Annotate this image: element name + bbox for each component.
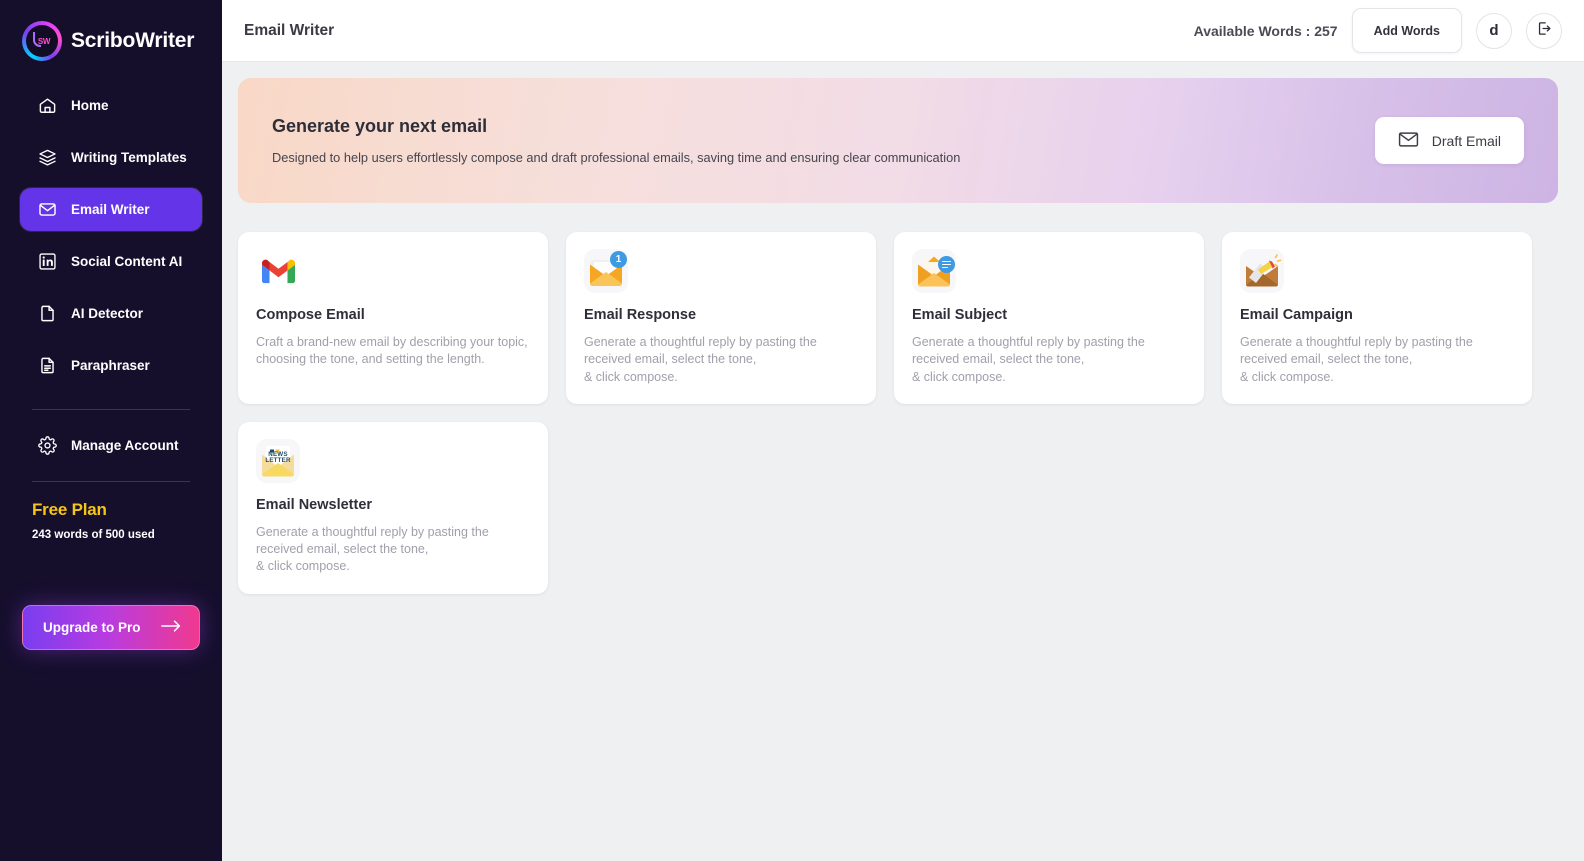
- template-card-grid: Compose Email Craft a brand-new email by…: [238, 232, 1558, 594]
- hero-banner: Generate your next email Designed to hel…: [238, 78, 1558, 203]
- gmail-icon: [256, 249, 300, 293]
- sidebar-item-label: Home: [71, 98, 109, 113]
- draft-email-label: Draft Email: [1431, 132, 1501, 149]
- sidebar-divider-top: [32, 409, 190, 410]
- sidebar-item-ai-detector[interactable]: AI Detector: [20, 292, 202, 335]
- arrow-right-icon: [161, 619, 182, 636]
- content-area: Generate your next email Designed to hel…: [222, 62, 1584, 861]
- card-title: Compose Email: [256, 307, 365, 323]
- topbar: Email Writer Available Words : 257 Add W…: [222, 0, 1584, 62]
- banner-subtitle: Designed to help users effortlessly comp…: [272, 150, 961, 165]
- linkedin-icon: [37, 252, 57, 272]
- main-area: Email Writer Available Words : 257 Add W…: [222, 0, 1584, 861]
- sidebar-item-social-content-ai[interactable]: Social Content AI: [20, 240, 202, 283]
- add-words-button[interactable]: Add Words: [1351, 8, 1462, 53]
- envelope-newsletter-icon: NEWS LETTER: [256, 438, 300, 483]
- sidebar-nav: Home Writing Templates Email Writer Soci…: [0, 80, 222, 391]
- card-title: Email Response: [584, 307, 697, 323]
- document-icon: [37, 304, 57, 324]
- logout-icon: [1536, 20, 1553, 42]
- envelope-badge-1-icon: 1: [584, 249, 628, 293]
- plan-section: Free Plan 243 words of 500 used: [0, 496, 222, 541]
- banner-text-block: Generate your next email Designed to hel…: [272, 116, 960, 165]
- card-description: Generate a thoughtful reply by pasting t…: [1240, 335, 1473, 384]
- sidebar-divider-bottom: [32, 481, 190, 482]
- card-compose-email[interactable]: Compose Email Craft a brand-new email by…: [238, 232, 548, 404]
- logout-button[interactable]: [1526, 12, 1562, 49]
- brand-name: ScriboWriter: [71, 29, 195, 52]
- sidebar-item-writing-templates[interactable]: Writing Templates: [20, 136, 202, 179]
- gear-icon: [37, 436, 57, 456]
- layers-icon: [37, 148, 57, 168]
- plan-title: Free Plan: [32, 500, 107, 519]
- sidebar-item-label: Social Content AI: [71, 254, 183, 269]
- sidebar-item-email-writer[interactable]: Email Writer: [20, 188, 202, 231]
- plan-usage-text: 243 words of 500 used: [32, 529, 155, 541]
- card-description: Craft a brand-new email by describing yo…: [256, 335, 528, 367]
- sidebar-item-home[interactable]: Home: [20, 84, 202, 127]
- avatar[interactable]: d: [1476, 12, 1512, 49]
- card-title: Email Campaign: [1240, 307, 1353, 323]
- upgrade-to-pro-button[interactable]: Upgrade to Pro: [22, 605, 200, 650]
- upgrade-section: Upgrade to Pro: [0, 605, 222, 861]
- sidebar-item-paraphraser[interactable]: Paraphraser: [20, 344, 202, 387]
- document-lines-icon: [37, 356, 57, 376]
- sidebar-item-label: AI Detector: [71, 306, 144, 321]
- sidebar-item-manage-account[interactable]: Manage Account: [20, 424, 202, 467]
- card-email-campaign[interactable]: Email Campaign Generate a thoughtful rep…: [1222, 232, 1532, 404]
- card-email-newsletter[interactable]: NEWS LETTER Email Newsletter Generate a …: [238, 421, 548, 594]
- card-title: Email Subject: [912, 307, 1008, 323]
- available-words-label: Available Words : 257: [1193, 22, 1338, 39]
- sidebar-item-label: Paraphraser: [71, 358, 150, 373]
- card-email-subject[interactable]: Email Subject Generate a thoughtful repl…: [894, 232, 1204, 404]
- draft-email-button[interactable]: Draft Email: [1374, 117, 1524, 164]
- envelope-icon: [1398, 131, 1419, 151]
- topbar-actions: Available Words : 257 Add Words d: [1194, 8, 1562, 53]
- card-email-response[interactable]: 1 Email Response Generate a thoughtful r…: [566, 232, 876, 404]
- envelope-megaphone-icon: [1240, 249, 1284, 293]
- upgrade-button-label: Upgrade to Pro: [43, 620, 141, 635]
- sidebar-item-label: Email Writer: [71, 202, 150, 217]
- envelope-icon: [37, 200, 57, 220]
- envelope-message-icon: [912, 249, 956, 293]
- card-title: Email Newsletter: [256, 496, 373, 513]
- page-title: Email Writer: [244, 21, 335, 39]
- card-description: Generate a thoughtful reply by pasting t…: [912, 335, 1145, 384]
- brand-logo[interactable]: SW ScriboWriter: [0, 0, 222, 66]
- card-description: Generate a thoughtful reply by pasting t…: [584, 335, 817, 384]
- newsletter-label: NEWS LETTER: [265, 450, 291, 465]
- message-badge-icon: [938, 256, 955, 273]
- card-description: Generate a thoughtful reply by pasting t…: [256, 524, 489, 574]
- logo-mark-text: SW: [37, 36, 51, 46]
- badge-count: 1: [610, 251, 627, 268]
- scribowriter-logo-icon: SW: [22, 21, 62, 61]
- banner-title: Generate your next email: [272, 116, 488, 136]
- sidebar: SW ScriboWriter Home Writing Templates E…: [0, 0, 222, 861]
- sidebar-item-label: Writing Templates: [71, 150, 187, 165]
- home-icon: [37, 96, 57, 116]
- sidebar-item-label: Manage Account: [71, 438, 179, 453]
